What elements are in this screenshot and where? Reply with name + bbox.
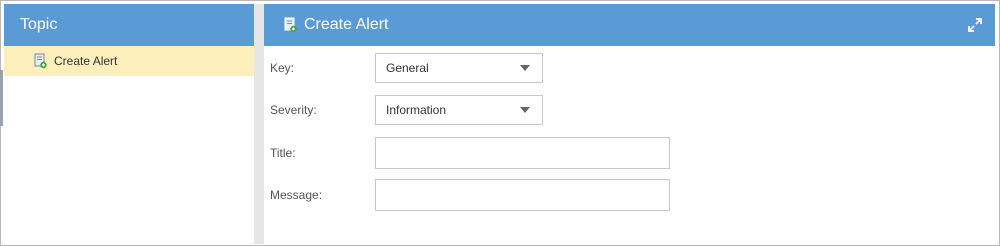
severity-row: Severity: Information — [270, 95, 543, 125]
key-select[interactable]: General — [375, 53, 543, 83]
left-edge-handle[interactable] — [0, 70, 3, 126]
form-title-group: Create Alert — [264, 16, 388, 34]
message-row: Message: — [270, 179, 670, 211]
key-select-value: General — [386, 61, 429, 75]
expand-icon[interactable] — [967, 17, 983, 33]
title-label: Title: — [270, 146, 296, 160]
form-title: Create Alert — [304, 16, 389, 33]
title-input[interactable] — [375, 137, 670, 169]
form-panel: Create Alert Key: General Severity: Info… — [264, 4, 995, 244]
topic-panel-title: Topic — [20, 16, 58, 33]
topic-item-label: Create Alert — [54, 54, 118, 68]
panel-splitter[interactable] — [254, 4, 264, 244]
message-input[interactable] — [375, 179, 670, 211]
chevron-down-icon — [520, 65, 530, 71]
create-alert-icon — [34, 53, 47, 69]
topic-panel: Topic Create Alert — [4, 4, 254, 244]
topic-item-create-alert[interactable]: Create Alert — [4, 46, 254, 76]
key-label: Key: — [270, 61, 295, 75]
topic-panel-header: Topic — [4, 4, 254, 46]
severity-label: Severity: — [270, 103, 317, 117]
severity-select[interactable]: Information — [375, 95, 543, 125]
message-label: Message: — [270, 188, 323, 202]
key-row: Key: General — [270, 53, 543, 83]
chevron-down-icon — [520, 107, 530, 113]
title-row: Title: — [270, 137, 670, 169]
create-alert-icon — [284, 17, 297, 33]
form-panel-header: Create Alert — [264, 4, 995, 46]
severity-select-value: Information — [386, 103, 447, 117]
